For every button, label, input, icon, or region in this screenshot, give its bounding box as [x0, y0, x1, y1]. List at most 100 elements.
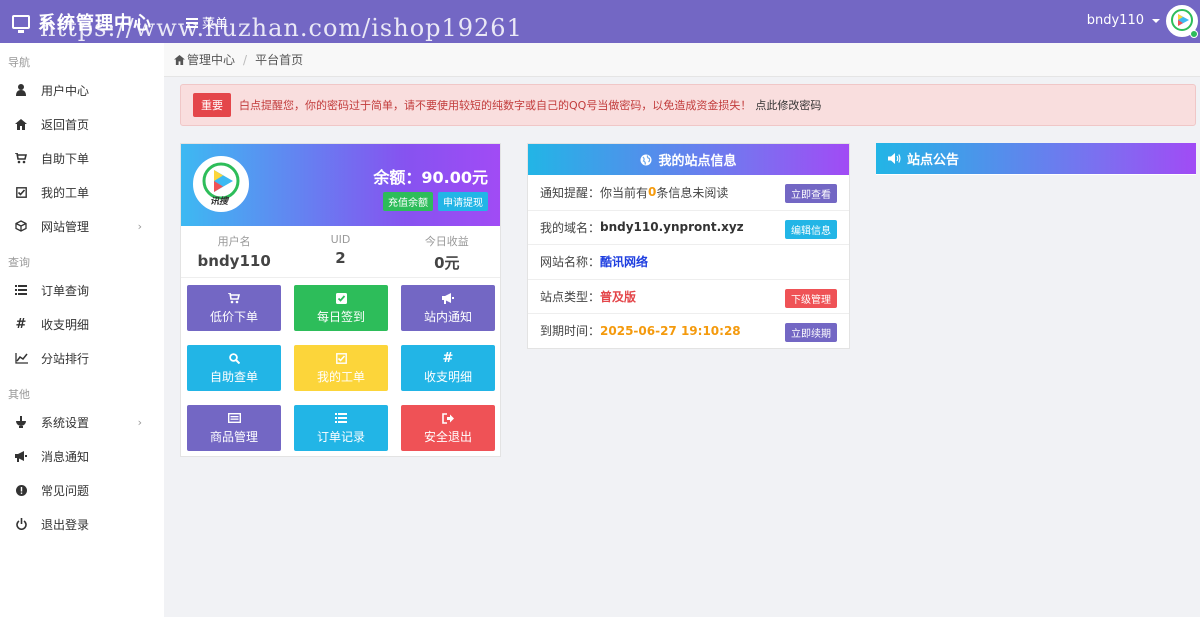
sidebar-section-title: 查询	[8, 256, 30, 269]
sidebar-item-finance[interactable]: # 收支明细	[0, 307, 164, 341]
sidebar-item-logout[interactable]: 退出登录	[0, 507, 164, 541]
menu-toggle-label: 菜单	[202, 17, 229, 32]
sidebar-item-order-query[interactable]: 订单查询	[0, 273, 164, 307]
list-icon	[14, 283, 28, 297]
info-row-site-type: 站点类型： 普及版 下级管理	[528, 278, 849, 314]
tile-label: 商品管理	[209, 430, 258, 444]
user-dropdown[interactable]: bndy110	[1087, 13, 1160, 28]
tile-product-manage[interactable]: 商品管理	[187, 405, 281, 451]
sidebar-item-messages[interactable]: 消息通知	[0, 439, 164, 473]
power-icon	[14, 517, 28, 531]
sidebar-item-home[interactable]: 返回首页	[0, 107, 164, 141]
online-status-dot	[1190, 30, 1198, 38]
info-row-domain: 我的域名： bndy110.ynpront.xyz 编辑信息	[528, 209, 849, 245]
tile-order-records[interactable]: 订单记录	[294, 405, 388, 451]
site-name-label: 网站名称：	[540, 255, 601, 270]
stat-label: 今日收益	[424, 235, 469, 248]
stat-label: 用户名	[217, 235, 251, 248]
sidebar-item-faq[interactable]: 常见问题	[0, 473, 164, 507]
sidebar-item-settings[interactable]: 系统设置 ›	[0, 405, 164, 439]
view-now-button[interactable]: 立即查看	[785, 184, 837, 203]
breadcrumb-home-link[interactable]: 管理中心	[187, 51, 235, 68]
tile-site-notice[interactable]: 站内通知	[401, 285, 495, 331]
change-password-link[interactable]: 点此修改密码	[755, 97, 821, 113]
username-label: bndy110	[1086, 13, 1144, 28]
announcement-title: 站点公告	[907, 153, 960, 168]
announcement-header: 站点公告	[876, 143, 1196, 174]
tile-low-price-order[interactable]: 低价下单	[187, 285, 281, 331]
tile-daily-checkin[interactable]: 每日签到	[294, 285, 388, 331]
cart-icon	[228, 291, 240, 305]
chevron-right-icon: ›	[137, 220, 142, 233]
quick-action-grid: 低价下单 每日签到 站内通知 自助查单 我的工单 # 收支明细 商品管理 订单记	[187, 285, 495, 451]
sidebar-item-user-center[interactable]: 用户中心	[0, 73, 164, 107]
expire-label: 到期时间：	[540, 324, 601, 339]
sidebar: 导航 用户中心 返回首页 自助下单 我的工单 网站管理 › 查询 订单查询 # …	[0, 43, 164, 617]
list-icon	[335, 411, 347, 425]
home-icon	[14, 117, 28, 131]
home-icon	[174, 54, 185, 65]
recharge-button[interactable]: 充值余额	[383, 192, 433, 211]
tile-label: 自助查单	[209, 370, 258, 384]
sidebar-item-label: 用户中心	[41, 83, 90, 98]
password-warning-alert: 重要 白点提醒您，你的密码过于简单，请不要使用较短的纯数字或自己的QQ号当做密码…	[180, 84, 1196, 126]
hash-icon: #	[442, 350, 454, 366]
user-card-header: 讯搜 余额：90.00元 充值余额 申请提现	[181, 144, 500, 226]
brand[interactable]: 系统管理中心	[12, 9, 152, 35]
sidebar-item-label: 分站排行	[41, 351, 90, 366]
info-row-expire: 到期时间： 2025-06-27 19:10:28 立即续期	[528, 313, 849, 348]
notice-suffix: 条信息未阅读	[656, 185, 729, 200]
tile-label: 我的工单	[316, 370, 365, 384]
stat-value: 0元	[434, 254, 460, 272]
card-icon	[227, 411, 241, 425]
stat-today-income: 今日收益 0元	[394, 226, 500, 277]
logo-text: 讯搜	[210, 197, 229, 207]
tile-label: 每日签到	[316, 310, 365, 324]
checkbox-icon	[335, 351, 347, 365]
sidebar-item-label: 网站管理	[41, 219, 90, 234]
tile-label: 收支明细	[423, 370, 472, 384]
stat-uid: UID 2	[287, 226, 393, 277]
breadcrumb-separator: /	[243, 52, 248, 67]
sidebar-item-self-order[interactable]: 自助下单	[0, 141, 164, 175]
sign-out-icon	[442, 411, 454, 425]
cube-icon	[14, 219, 28, 233]
edit-info-button[interactable]: 编辑信息	[785, 219, 837, 239]
menu-toggle-button[interactable]: 菜单	[186, 13, 228, 32]
site-info-title: 我的站点信息	[658, 154, 737, 169]
domain-value: bndy110.ynpront.xyz	[600, 220, 744, 235]
tile-label: 安全退出	[423, 430, 472, 444]
sidebar-item-site-manage[interactable]: 网站管理 ›	[0, 209, 164, 243]
sub-manage-button[interactable]: 下级管理	[785, 288, 837, 308]
exclamation-icon	[14, 483, 28, 497]
bullhorn-icon	[442, 291, 454, 305]
tile-label: 低价下单	[209, 310, 258, 324]
brand-title: 系统管理中心	[38, 13, 152, 34]
hash-icon: #	[15, 316, 27, 332]
sidebar-item-label: 系统设置	[41, 415, 90, 430]
user-stats: 用户名 bndy110 UID 2 今日收益 0元	[181, 226, 500, 278]
chevron-right-icon: ›	[137, 416, 142, 429]
important-badge: 重要	[193, 93, 231, 117]
stat-value: bndy110	[197, 252, 271, 270]
globe-icon	[640, 154, 652, 166]
user-card: 讯搜 余额：90.00元 充值余额 申请提现 用户名 bndy110 UID 2…	[180, 143, 501, 457]
sidebar-item-label: 常见问题	[41, 483, 90, 498]
site-info-panel: 我的站点信息 通知提醒：你当前有 0 条信息未阅读 立即查看 我的域名： bnd…	[527, 143, 850, 349]
sidebar-section-title: 导航	[8, 56, 30, 69]
tile-safe-logout[interactable]: 安全退出	[401, 405, 495, 451]
sidebar-item-label: 我的工单	[41, 185, 90, 200]
tile-finance-detail[interactable]: # 收支明细	[401, 345, 495, 391]
expire-value: 2025-06-27 19:10:28	[600, 323, 741, 338]
sidebar-item-ranking[interactable]: 分站排行	[0, 341, 164, 375]
sidebar-item-tickets[interactable]: 我的工单	[0, 175, 164, 209]
caret-down-icon	[1152, 18, 1160, 23]
sidebar-item-label: 返回首页	[41, 117, 90, 132]
renew-button[interactable]: 立即续期	[785, 323, 837, 342]
site-info-header: 我的站点信息	[528, 144, 849, 175]
tile-self-query[interactable]: 自助查单	[187, 345, 281, 391]
tile-label: 站内通知	[423, 310, 472, 324]
withdraw-button[interactable]: 申请提现	[438, 192, 488, 211]
settings-icon	[14, 415, 28, 429]
tile-my-tickets[interactable]: 我的工单	[294, 345, 388, 391]
